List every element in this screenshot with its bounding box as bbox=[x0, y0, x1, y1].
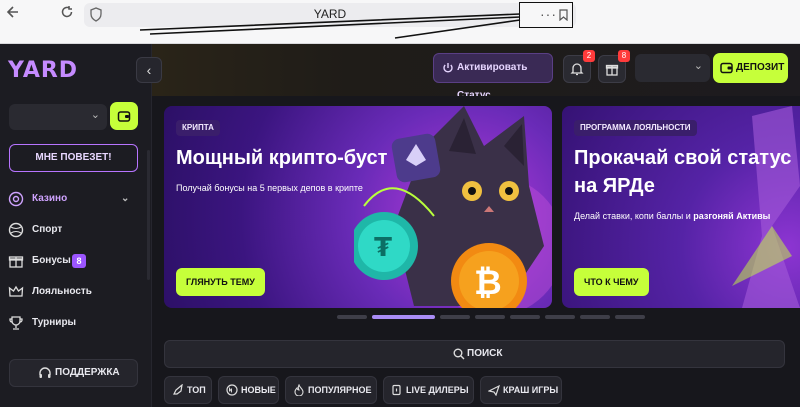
sidebar-item-label: Лояльность bbox=[32, 286, 92, 297]
banner-title: Мощный крипто-буст bbox=[176, 147, 388, 169]
svg-text:₿: ₿ bbox=[474, 263, 502, 303]
category-label: LIVE ДИЛЕРЫ bbox=[406, 385, 469, 395]
sidebar-item-bonuses[interactable]: Бонусы 8 bbox=[8, 251, 138, 271]
category-label: КРАШ ИГРЫ bbox=[503, 385, 559, 395]
sidebar-item-label: Бонусы bbox=[32, 255, 71, 266]
search-icon bbox=[453, 348, 465, 360]
new-icon bbox=[226, 384, 238, 396]
sidebar-item-loyalty[interactable]: Лояльность bbox=[8, 282, 138, 302]
currency-select[interactable]: ⌄ bbox=[9, 104, 107, 130]
notifications-button[interactable]: 2 bbox=[563, 50, 595, 83]
category-label: ПОПУЛЯРНОЕ bbox=[308, 385, 372, 395]
sidebar-item-casino[interactable]: Казино ⌄ bbox=[8, 189, 138, 209]
gift-icon bbox=[8, 256, 24, 268]
carousel-dot[interactable] bbox=[545, 315, 575, 319]
carousel-dot[interactable] bbox=[615, 315, 645, 319]
casino-chip-icon bbox=[8, 191, 24, 207]
plane-icon bbox=[488, 384, 500, 396]
balance-select[interactable]: ⌄ bbox=[635, 54, 710, 82]
more-icon[interactable]: ··· bbox=[540, 6, 557, 22]
category-crash-games[interactable]: КРАШ ИГРЫ bbox=[480, 376, 562, 404]
chevron-down-icon: ⌄ bbox=[90, 109, 100, 121]
wallet-icon bbox=[117, 111, 131, 122]
rocket-icon bbox=[173, 384, 183, 395]
trophy-icon bbox=[9, 316, 23, 330]
carousel-dot[interactable] bbox=[580, 315, 610, 319]
svg-text:₮: ₮ bbox=[374, 233, 392, 263]
power-icon bbox=[443, 63, 453, 73]
category-live-dealers[interactable]: LIVE ДИЛЕРЫ bbox=[383, 376, 474, 404]
activate-status-button[interactable]: Активировать Статус bbox=[433, 53, 553, 101]
banner-cta-button[interactable]: ЧТО К ЧЕМУ bbox=[574, 268, 649, 296]
carousel-dot[interactable] bbox=[372, 315, 435, 319]
lucky-button[interactable]: МНЕ ПОВЕЗЕТ! bbox=[9, 144, 138, 172]
wallet-icon bbox=[720, 62, 733, 74]
category-popular[interactable]: ПОПУЛЯРНОЕ bbox=[285, 376, 377, 404]
deposit-button[interactable]: ДЕПОЗИТ bbox=[713, 53, 788, 83]
category-new[interactable]: НОВЫЕ bbox=[218, 376, 279, 404]
banner-subtitle: Получай бонусы на 5 первых депов в крипт… bbox=[176, 183, 363, 193]
search-button[interactable]: ПОИСК bbox=[164, 340, 785, 368]
banner-title-line2: на ЯРДе bbox=[574, 175, 655, 197]
loyalty-artwork bbox=[732, 106, 800, 308]
carousel-dot[interactable] bbox=[510, 315, 540, 319]
chevron-down-icon: ⌄ bbox=[693, 60, 703, 72]
bookmark-icon[interactable] bbox=[559, 9, 568, 21]
promo-banner-loyalty[interactable]: ПРОГРАММА ЛОЯЛЬНОСТИ Прокачай свой стату… bbox=[562, 106, 800, 308]
bell-icon bbox=[570, 63, 584, 76]
browser-toolbar: YARD ··· bbox=[0, 0, 800, 44]
page-actions: ··· bbox=[519, 2, 573, 28]
back-arrow-icon[interactable] bbox=[4, 5, 22, 23]
category-label: НОВЫЕ bbox=[241, 385, 276, 395]
banner-title: Прокачай свой статус bbox=[574, 147, 792, 169]
gifts-button[interactable]: 8 bbox=[598, 50, 630, 83]
headset-icon bbox=[39, 367, 51, 378]
promo-banner-crypto[interactable]: ₮ ₿ КРИПТА Мощный крипто-буст Получай бо… bbox=[164, 106, 552, 308]
crypto-cat-artwork: ₮ ₿ bbox=[354, 106, 552, 308]
sidebar-item-label: Спорт bbox=[32, 224, 63, 235]
sidebar-item-label: Турниры bbox=[32, 317, 77, 328]
cards-icon bbox=[392, 384, 401, 396]
sidebar-item-tournaments[interactable]: Турниры bbox=[8, 313, 138, 333]
address-bar[interactable]: YARD bbox=[84, 3, 576, 27]
chevron-down-icon: ⌄ bbox=[121, 193, 130, 204]
carousel-dot[interactable] bbox=[337, 315, 367, 319]
logo[interactable]: YARD bbox=[8, 58, 78, 83]
banner-subtitle: Делай ставки, копи баллы и разгоняй Акти… bbox=[574, 211, 771, 221]
sidebar-item-label: Казино bbox=[32, 193, 68, 204]
notifications-count-badge: 2 bbox=[583, 50, 595, 62]
wallet-button[interactable] bbox=[110, 102, 138, 130]
sidebar-scrollbar[interactable] bbox=[147, 150, 150, 280]
category-top[interactable]: ТОП bbox=[164, 376, 212, 404]
collapse-sidebar-button[interactable]: ‹ bbox=[136, 57, 162, 83]
category-label: ТОП bbox=[187, 385, 206, 395]
carousel-dot[interactable] bbox=[440, 315, 470, 319]
search-label: ПОИСК bbox=[467, 348, 503, 359]
bonus-count-badge: 8 bbox=[72, 254, 86, 268]
support-label: ПОДДЕРЖКА bbox=[55, 367, 120, 378]
support-button[interactable]: ПОДДЕРЖКА bbox=[9, 359, 138, 387]
reload-icon[interactable] bbox=[58, 5, 76, 23]
banner-cta-button[interactable]: ГЛЯНУТЬ ТЕМУ bbox=[176, 268, 265, 296]
gifts-count-badge: 8 bbox=[618, 50, 630, 62]
ball-icon bbox=[8, 222, 24, 238]
banner-tag: КРИПТА bbox=[176, 120, 220, 136]
carousel-dot[interactable] bbox=[475, 315, 505, 319]
sidebar-item-sport[interactable]: Спорт bbox=[8, 220, 138, 240]
fire-icon bbox=[294, 384, 304, 396]
url-text: YARD bbox=[313, 7, 347, 21]
banner-tag: ПРОГРАММА ЛОЯЛЬНОСТИ bbox=[574, 120, 697, 136]
crown-icon bbox=[8, 285, 24, 297]
gift-icon bbox=[605, 64, 619, 76]
deposit-label: ДЕПОЗИТ bbox=[736, 62, 785, 73]
banner-subtitle-highlight: разгоняй Активы bbox=[693, 211, 771, 221]
